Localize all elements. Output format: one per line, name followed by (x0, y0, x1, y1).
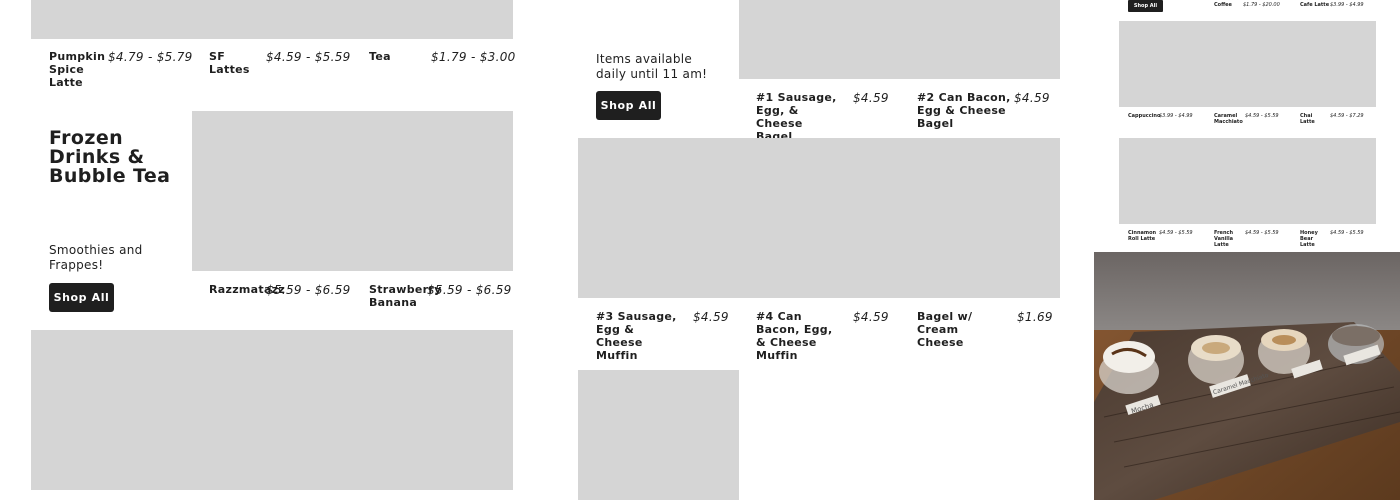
category-description: Smoothies and Frappes! (49, 243, 143, 272)
product-price: $1.79 - $3.00 (431, 50, 516, 64)
category-title: Frozen Drinks & Bubble Tea (49, 127, 171, 187)
product-image-top[interactable] (31, 0, 513, 39)
product-price: $4.59 - $5.59 (1330, 230, 1364, 236)
shop-all-button[interactable]: Shop All (49, 283, 114, 312)
product-image[interactable] (578, 370, 739, 500)
product-price: $4.59 (853, 91, 889, 105)
product-price: $3.99 - $4.99 (1330, 2, 1364, 8)
shop-all-button[interactable]: Shop All (596, 91, 661, 120)
product-price: $4.59 (853, 310, 889, 324)
product-name[interactable]: Honey Bear Latte (1300, 230, 1324, 248)
product-name[interactable]: SF Lattes (209, 50, 264, 76)
product-name[interactable]: French Vanilla Latte (1214, 230, 1236, 248)
product-price: $5.59 - $6.59 (427, 283, 512, 297)
product-name[interactable]: Bagel w/ Cream Cheese (917, 310, 1007, 349)
product-name[interactable]: Cappuccino (1128, 113, 1160, 119)
product-name[interactable]: Tea (369, 50, 424, 63)
product-name[interactable]: Caramel Macchiato (1214, 113, 1243, 125)
product-name[interactable]: Pumpkin Spice Latte (49, 50, 105, 89)
product-image[interactable] (31, 330, 513, 490)
product-image[interactable] (739, 0, 1060, 79)
shop-all-button[interactable]: Shop All (1128, 0, 1163, 12)
product-image[interactable] (578, 138, 1060, 298)
product-name[interactable]: Chai Latte (1300, 113, 1328, 125)
product-name[interactable]: Razzmatazz (209, 283, 285, 296)
product-price: $4.59 - $5.59 (1159, 230, 1193, 236)
product-image[interactable] (1119, 138, 1376, 224)
product-price: $4.59 - $5.59 (1245, 230, 1279, 236)
product-price: $4.59 - $5.59 (266, 50, 351, 64)
category-description: Items available daily until 11 am! (596, 52, 708, 81)
product-price: $3.99 - $4.99 (1159, 113, 1193, 119)
product-price: $4.59 (1014, 91, 1050, 105)
product-price: $5.59 - $6.59 (266, 283, 351, 297)
product-name[interactable]: #4 Can Bacon, Egg, & Cheese Muffin (756, 310, 836, 362)
product-name[interactable]: Cafe Latte (1300, 2, 1329, 8)
product-name[interactable]: #3 Sausage, Egg & Cheese Muffin (596, 310, 684, 362)
product-price: $1.79 - $20.00 (1243, 2, 1280, 8)
product-name[interactable]: Strawberry Banana (369, 283, 441, 309)
product-name[interactable]: Cinnamon Roll Latte (1128, 230, 1156, 242)
product-image[interactable] (1119, 21, 1376, 107)
product-price: $4.79 - $5.79 (108, 50, 193, 64)
coffee-flight-photo: Mocha Caramel Macchiato (1094, 252, 1400, 500)
product-image[interactable] (192, 111, 513, 271)
product-name[interactable]: #2 Can Bacon, Egg & Cheese Bagel (917, 91, 1011, 130)
product-price: $4.59 - $5.59 (1245, 113, 1279, 119)
product-price: $4.59 - $7.29 (1330, 113, 1364, 119)
product-name[interactable]: Coffee (1214, 2, 1232, 8)
product-name[interactable]: #1 Sausage, Egg, & Cheese Bagel (756, 91, 840, 143)
product-price: $1.69 (1017, 310, 1053, 324)
product-price: $4.59 (693, 310, 729, 324)
